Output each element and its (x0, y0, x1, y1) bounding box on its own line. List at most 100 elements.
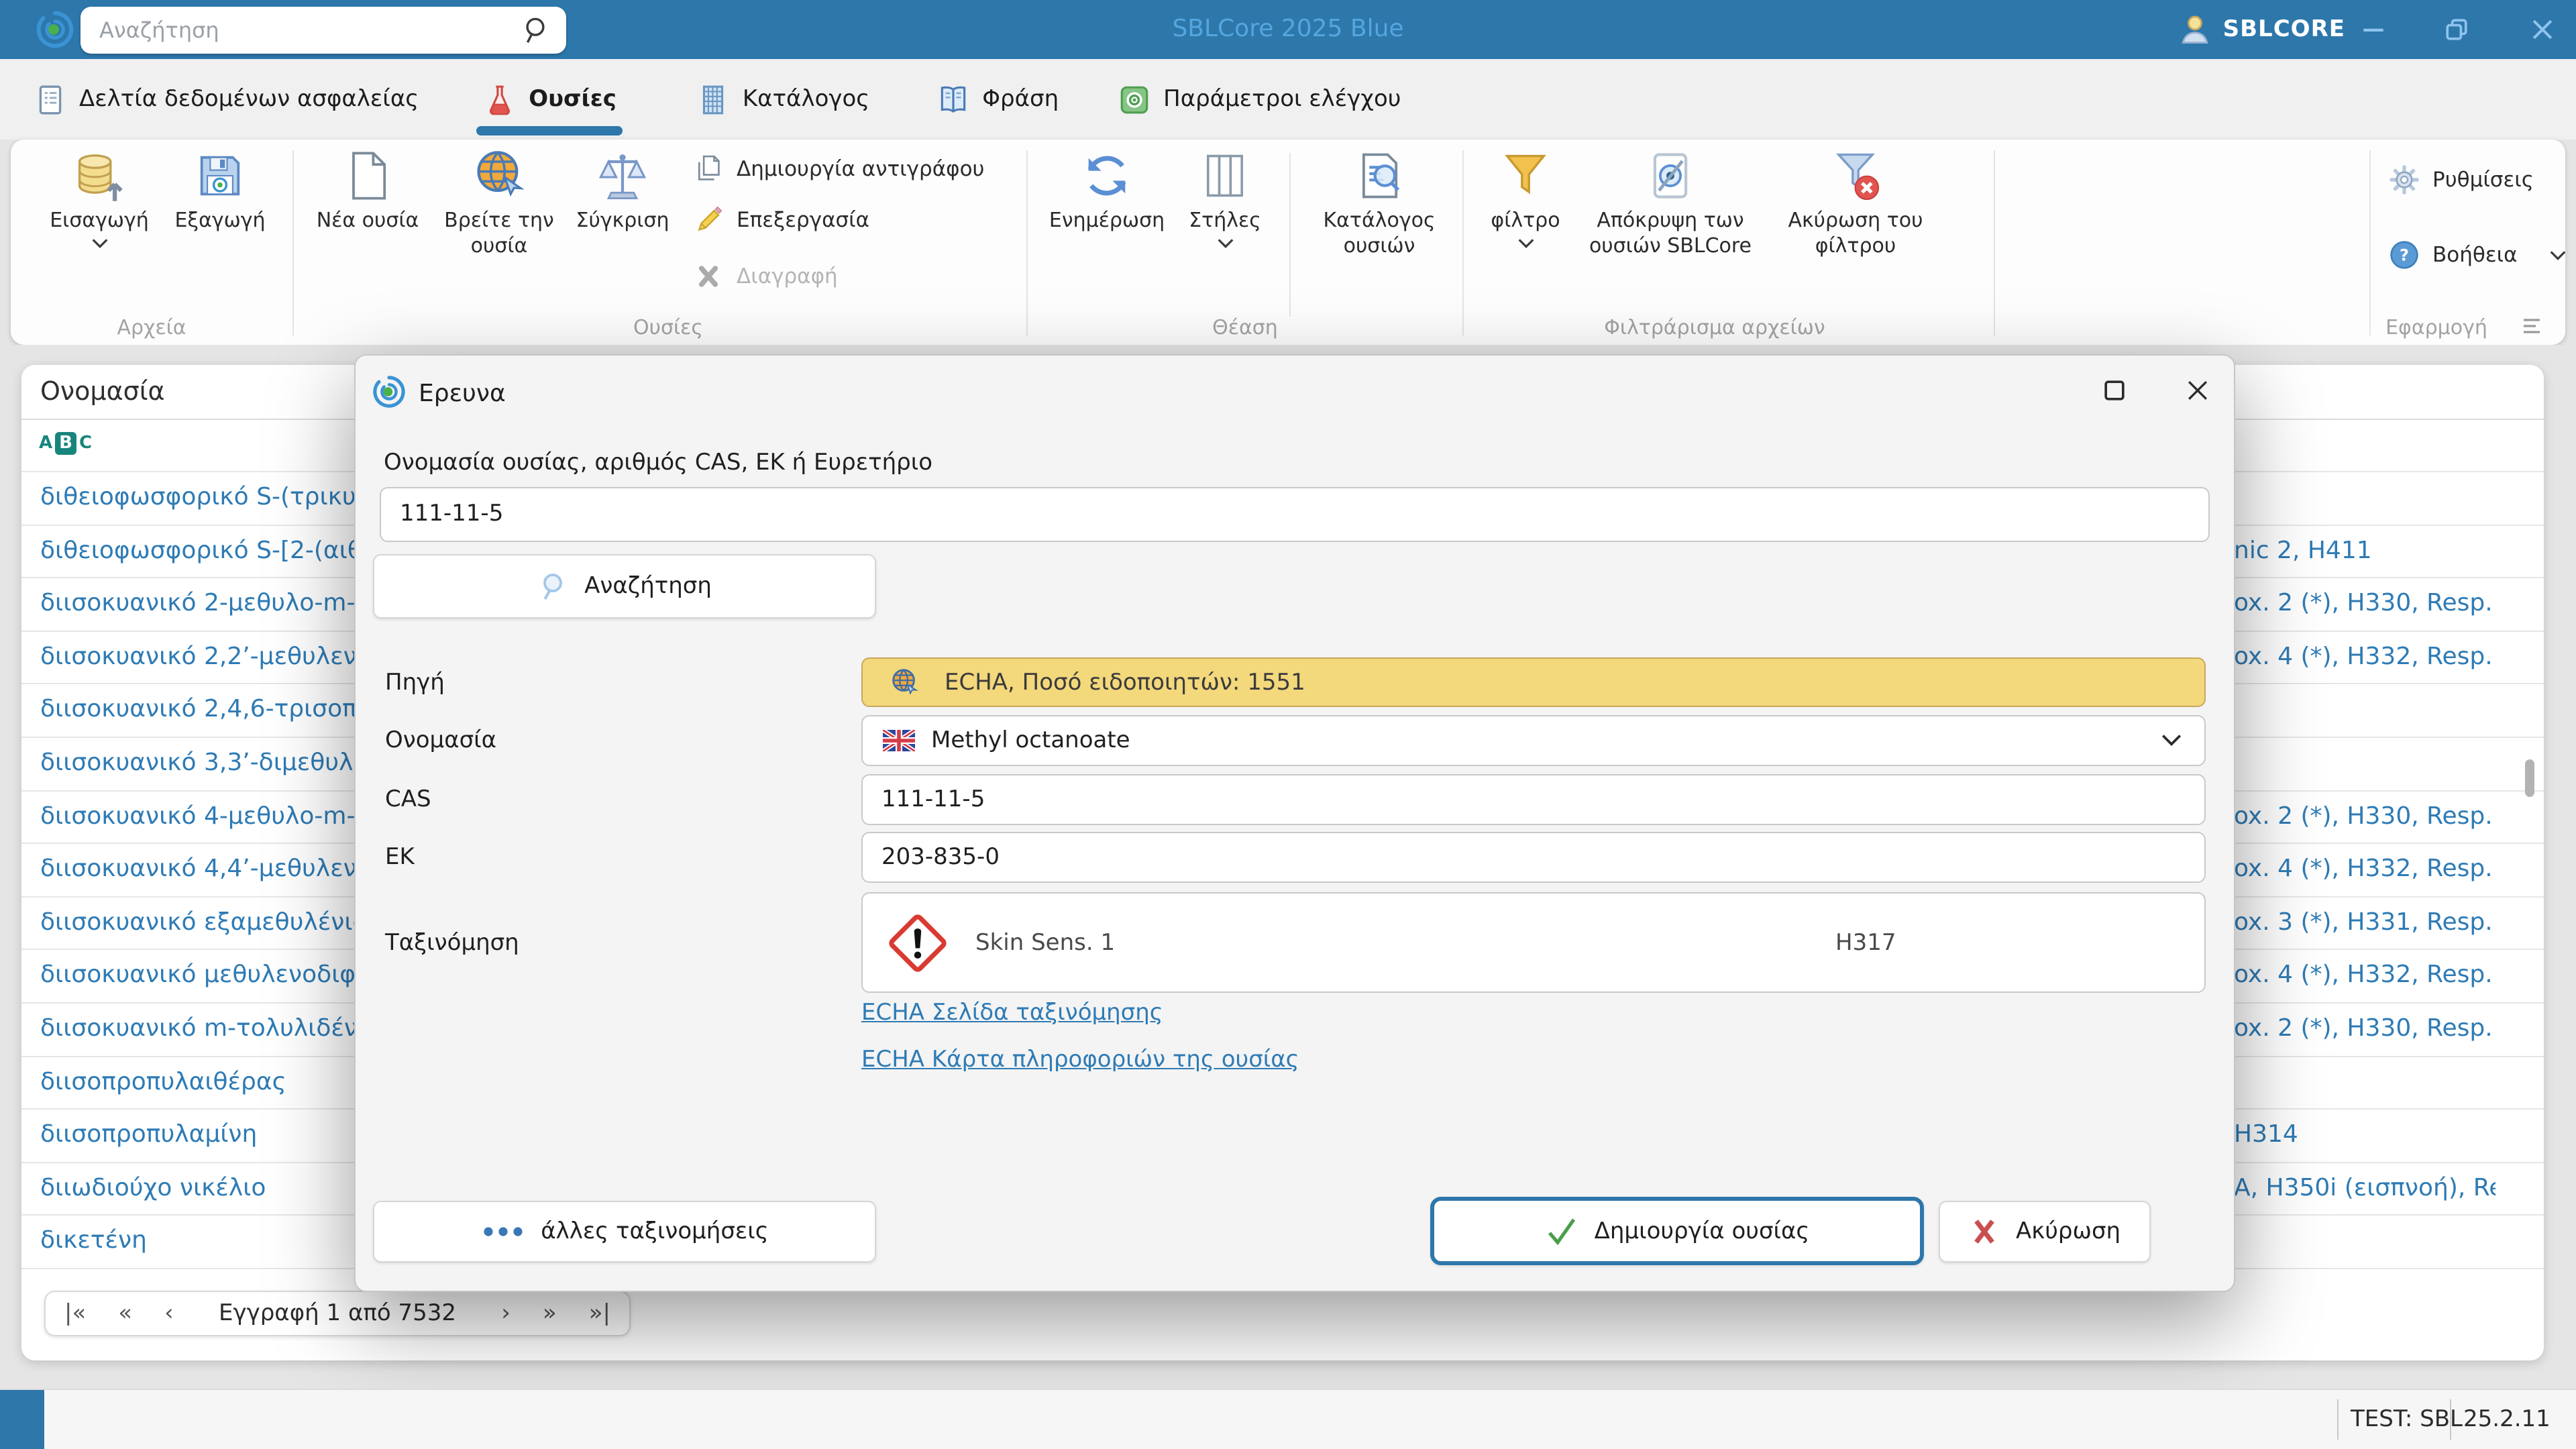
abc-filter-icon: ABC (39, 432, 93, 455)
dialog-maximize-button[interactable] (2100, 376, 2129, 405)
account-badge[interactable]: SBLCORE (2178, 0, 2345, 59)
find-substance-label: Βρείτε την ουσία (444, 208, 554, 258)
fast-prev-button[interactable]: « (118, 1300, 132, 1327)
new-page-icon (339, 148, 396, 204)
settings-label: Ρυθμίσεις (2432, 168, 2534, 192)
status-bar: TEST: SBL 25.2.11 (0, 1389, 2576, 1449)
hide-sblcore-substances-button[interactable]: Απόκρυψη των ουσιών SBLCore (1570, 148, 1771, 259)
title-bar: SBLCore 2025 Blue Αναζήτηση SBLCORE (0, 0, 2576, 59)
tab-label: Κατάλογος (742, 86, 870, 113)
next-page-button[interactable]: › (501, 1300, 511, 1327)
global-search-placeholder: Αναζήτηση (99, 17, 219, 43)
tab-phrase[interactable]: Φράση (914, 59, 1081, 140)
group-label-files: Αρχεία (117, 315, 186, 339)
export-button[interactable]: Εξαγωγή (153, 148, 287, 233)
new-substance-button[interactable]: Νέα ουσία (301, 148, 435, 233)
find-substance-button[interactable]: Βρείτε την ουσία (432, 148, 566, 259)
building-icon (697, 83, 731, 116)
query-value: 111-11-5 (400, 500, 504, 527)
cancel-filter-button[interactable]: Ακύρωση του φίλτρου (1755, 148, 1956, 259)
columns-button[interactable]: Στήλες (1167, 148, 1283, 250)
first-page-button[interactable]: |« (64, 1300, 86, 1327)
close-button[interactable] (2525, 13, 2560, 46)
chevron-down-icon (91, 239, 107, 248)
restore-button[interactable] (2439, 13, 2474, 46)
ribbon: Αρχεία Ουσίες Θέαση Φιλτράρισμα αρχείων … (11, 140, 2566, 345)
substance-catalog-button[interactable]: Κατάλογος ουσιών (1309, 148, 1449, 259)
classification-code: H317 (1835, 929, 1896, 956)
user-icon (2178, 12, 2212, 47)
prev-page-button[interactable]: ‹ (164, 1300, 174, 1327)
create-substance-button[interactable]: Δημιουργία ουσίας (1430, 1197, 1924, 1265)
edit-label: Επεξεργασία (737, 208, 870, 232)
account-name: SBLCORE (2222, 16, 2345, 43)
import-button[interactable]: Εισαγωγή (32, 148, 166, 250)
last-page-button[interactable]: »| (589, 1300, 610, 1327)
refresh-label: Ενημέρωση (1049, 208, 1165, 232)
minimize-button[interactable] (2356, 13, 2391, 46)
document-search-icon (1351, 148, 1407, 204)
edit-button[interactable]: Επεξεργασία (692, 204, 869, 236)
vertical-scrollbar[interactable] (2525, 759, 2534, 797)
funnel-cancel-icon (1827, 148, 1884, 204)
name-select[interactable]: Methyl octanoate (861, 715, 2206, 766)
flask-icon (483, 83, 517, 116)
group-label-view: Θέαση (1212, 315, 1278, 339)
query-label: Ονομασία ουσίας, αριθμός CAS, ΕΚ ή Ευρετ… (384, 449, 933, 476)
app-logo-icon (372, 374, 407, 409)
help-button[interactable]: ? Βοήθεια (2388, 239, 2569, 271)
ec-input[interactable]: 203-835-0 (861, 832, 2206, 883)
search-icon (519, 15, 550, 46)
dialog-close-button[interactable] (2183, 376, 2212, 405)
tab-control-parameters[interactable]: Παράμετροι ελέγχου (1095, 59, 1424, 140)
column-header-name: Ονομασία (40, 377, 165, 407)
name-value: Methyl octanoate (931, 727, 1130, 754)
svg-text:?: ? (2400, 246, 2409, 265)
global-search-input[interactable]: Αναζήτηση (80, 7, 566, 54)
name-label: Ονομασία (385, 727, 497, 754)
app-window: SBLCore 2025 Blue Αναζήτηση SBLCORE Δελτ… (0, 0, 2576, 1449)
ec-label: ΕΚ (385, 844, 415, 871)
cas-input[interactable]: 111-11-5 (861, 774, 2206, 825)
tab-label: Φράση (982, 86, 1059, 113)
echa-infocard-link[interactable]: ECHA Κάρτα πληροφοριών της ουσίας (861, 1046, 1299, 1073)
source-badge[interactable]: ECHA, Ποσό ειδοποιητών: 1551 (861, 657, 2206, 707)
query-input[interactable]: 111-11-5 (380, 487, 2210, 542)
database-import-icon (71, 148, 127, 204)
dialog-search-button[interactable]: Αναζήτηση (373, 554, 876, 619)
fast-next-button[interactable]: » (543, 1300, 557, 1327)
group-label-application: Εφαρμογή (2385, 315, 2487, 339)
pencil-icon (692, 204, 724, 236)
check-icon (1545, 1214, 1580, 1248)
help-label: Βοήθεια (2432, 243, 2518, 267)
other-classifications-button[interactable]: άλλες ταξινομήσεις (373, 1201, 876, 1263)
echa-classification-link[interactable]: ECHA Σελίδα ταξινόμησης (861, 1000, 1163, 1026)
more-dots-icon (480, 1224, 526, 1240)
echa-globe-icon (890, 667, 920, 698)
filter-button[interactable]: φίλτρο (1468, 148, 1583, 250)
delete-button[interactable]: Διαγραφή (692, 260, 838, 292)
globe-search-icon (471, 148, 527, 204)
cas-label: CAS (385, 786, 431, 813)
dialog-cancel-button[interactable]: Ακύρωση (1939, 1201, 2151, 1263)
tab-safety-data-sheets[interactable]: Δελτία δεδομένων ασφαλείας (11, 59, 441, 140)
duplicate-label: Δημιουργία αντιγράφου (737, 157, 985, 181)
tab-catalog[interactable]: Κατάλογος (674, 59, 892, 140)
settings-button[interactable]: Ρυθμίσεις (2388, 164, 2534, 196)
status-app-icon[interactable] (0, 1390, 44, 1449)
app-logo-icon (35, 9, 75, 50)
refresh-button[interactable]: Ενημέρωση (1038, 148, 1175, 233)
red-x-icon (1969, 1216, 2001, 1248)
source-value: ECHA, Ποσό ειδοποιητών: 1551 (945, 669, 1305, 696)
app-menu-icon[interactable] (2522, 318, 2541, 334)
duplicate-button[interactable]: Δημιουργία αντιγράφου (692, 153, 985, 185)
tab-substances[interactable]: Ουσίες (460, 59, 639, 140)
search-icon (537, 570, 570, 602)
group-label-substances: Ουσίες (633, 315, 703, 339)
compare-button[interactable]: Σύγκριση (555, 148, 690, 233)
uk-flag-icon (883, 730, 915, 751)
columns-label: Στήλες (1189, 208, 1261, 232)
filter-label: φίλτρο (1491, 208, 1560, 232)
new-substance-label: Νέα ουσία (316, 208, 419, 232)
dialog-cancel-label: Ακύρωση (2015, 1218, 2121, 1245)
